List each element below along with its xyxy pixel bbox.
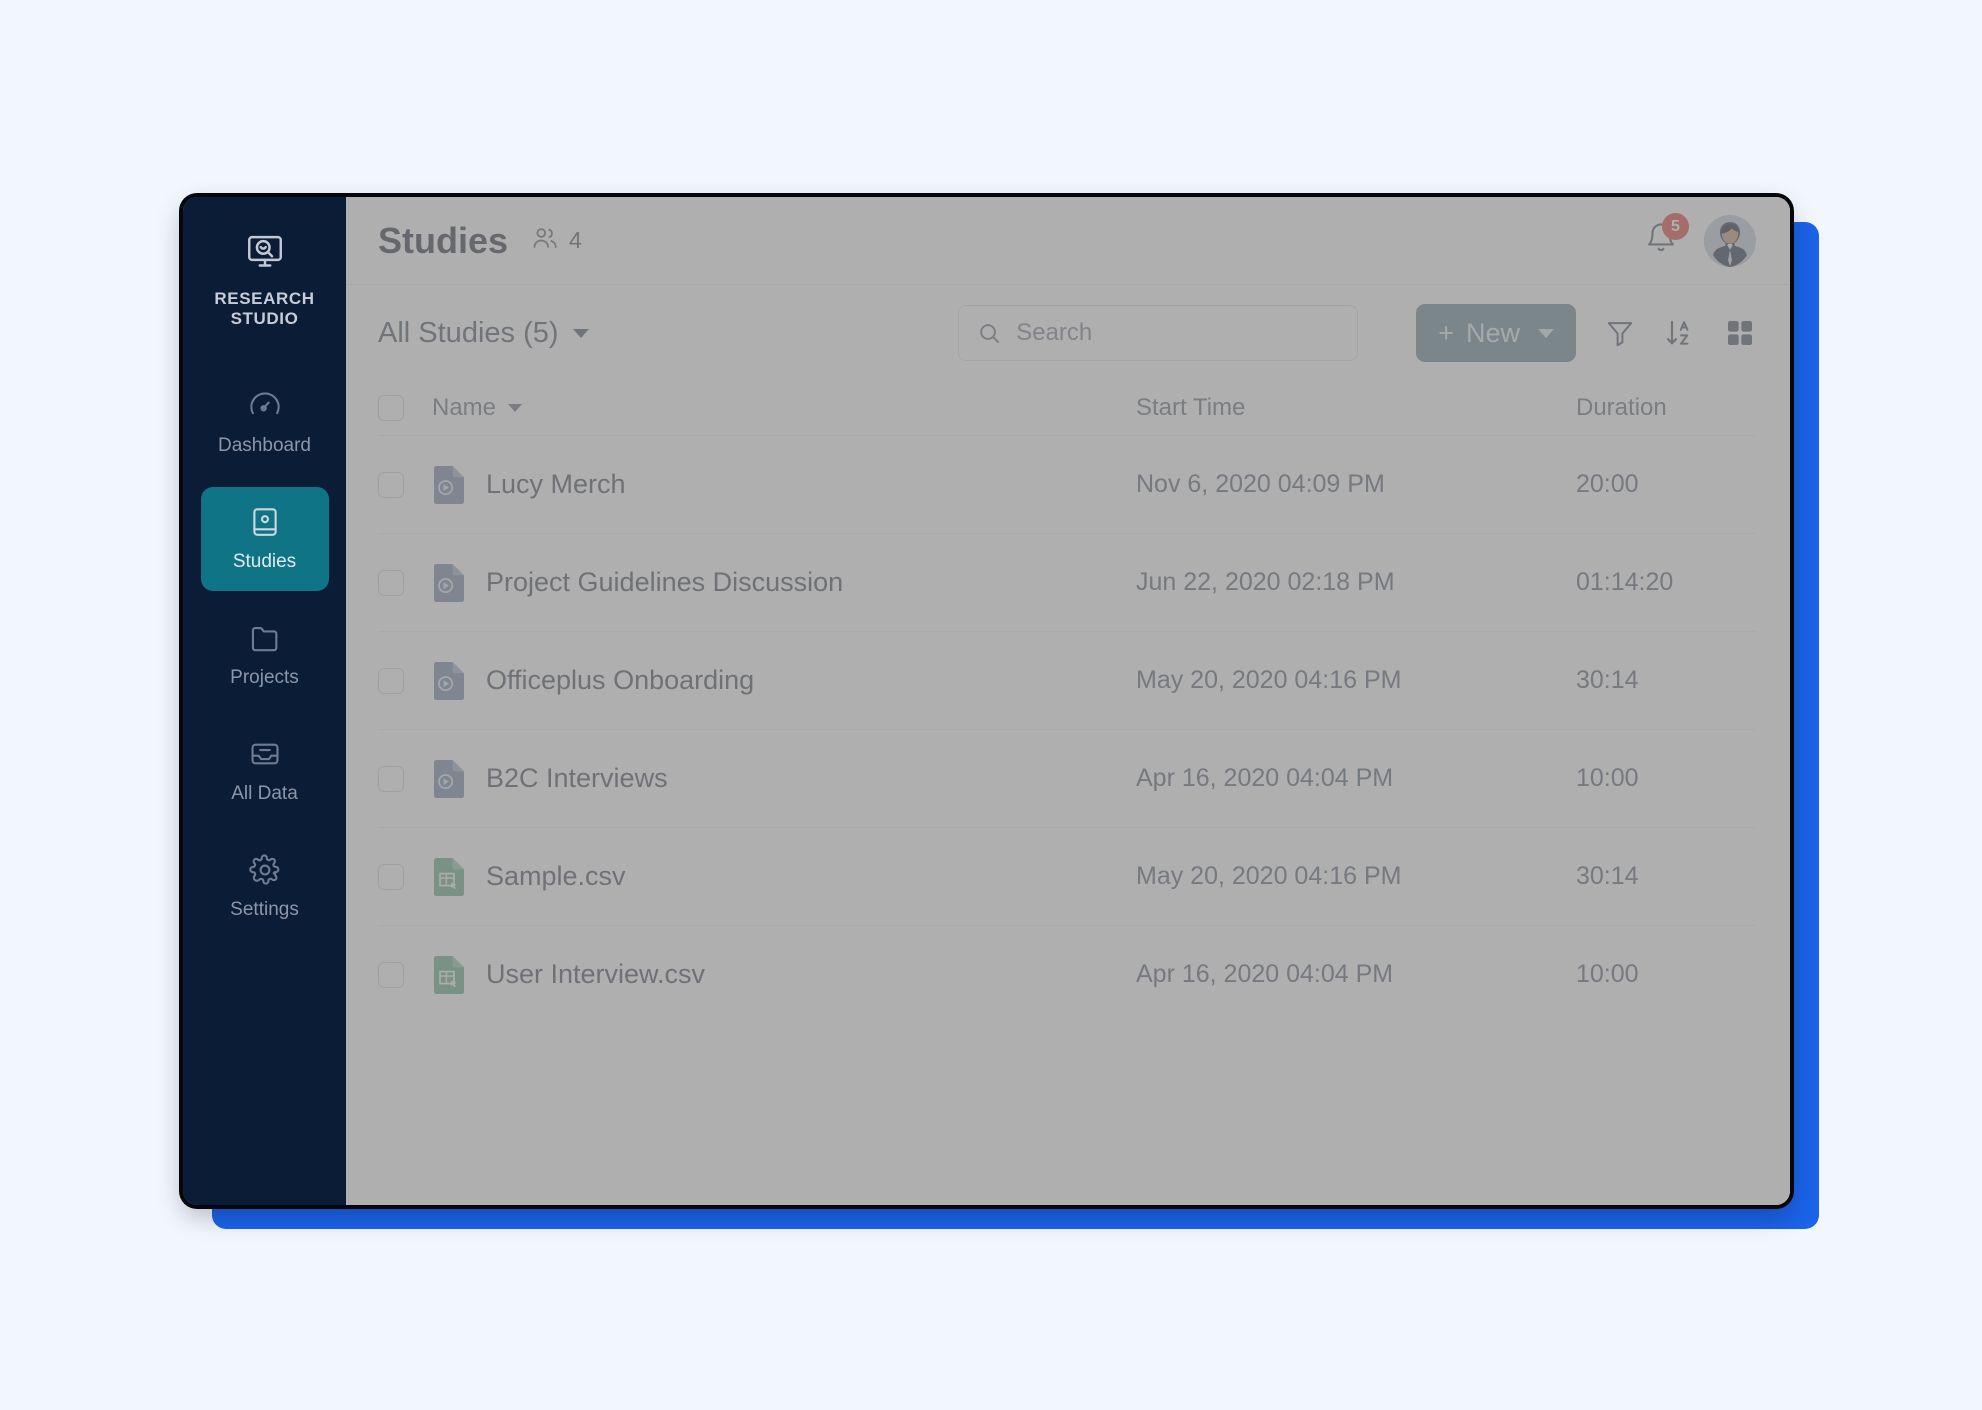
sidebar-item-projects[interactable]: Projects	[201, 603, 329, 707]
screen: RESEARCH STUDIO Dashboard Studies Projec…	[0, 0, 1982, 1410]
brand-line-1: RESEARCH	[214, 289, 315, 308]
sidebar-item-label: Dashboard	[218, 435, 311, 456]
sidebar-item-label: Projects	[230, 667, 299, 688]
brand-line-2: STUDIO	[230, 309, 299, 328]
sidebar-nav: Dashboard Studies Projects All Data Sett…	[183, 371, 346, 951]
sidebar-item-dashboard[interactable]: Dashboard	[201, 371, 329, 475]
content-area: Studies 4	[346, 197, 1790, 1205]
folder-icon	[248, 621, 282, 655]
research-studio-logo-icon	[244, 231, 286, 278]
book-icon	[248, 505, 282, 539]
sidebar-item-settings[interactable]: Settings	[201, 835, 329, 939]
sidebar-item-label: All Data	[231, 783, 298, 804]
brand: RESEARCH STUDIO	[183, 231, 346, 329]
speedometer-icon	[248, 389, 282, 423]
sidebar-item-label: Settings	[230, 899, 299, 920]
brand-name: RESEARCH STUDIO	[214, 289, 314, 329]
sidebar-item-label: Studies	[232, 551, 297, 572]
sidebar-item-all-data[interactable]: All Data	[201, 719, 329, 823]
sidebar-item-studies[interactable]: Studies	[200, 487, 329, 591]
gear-icon	[248, 853, 282, 887]
inbox-icon	[248, 737, 282, 771]
modal-backdrop-overlay[interactable]	[346, 197, 1790, 1205]
sidebar: RESEARCH STUDIO Dashboard Studies Projec…	[183, 197, 346, 1205]
app-window: RESEARCH STUDIO Dashboard Studies Projec…	[183, 197, 1790, 1205]
